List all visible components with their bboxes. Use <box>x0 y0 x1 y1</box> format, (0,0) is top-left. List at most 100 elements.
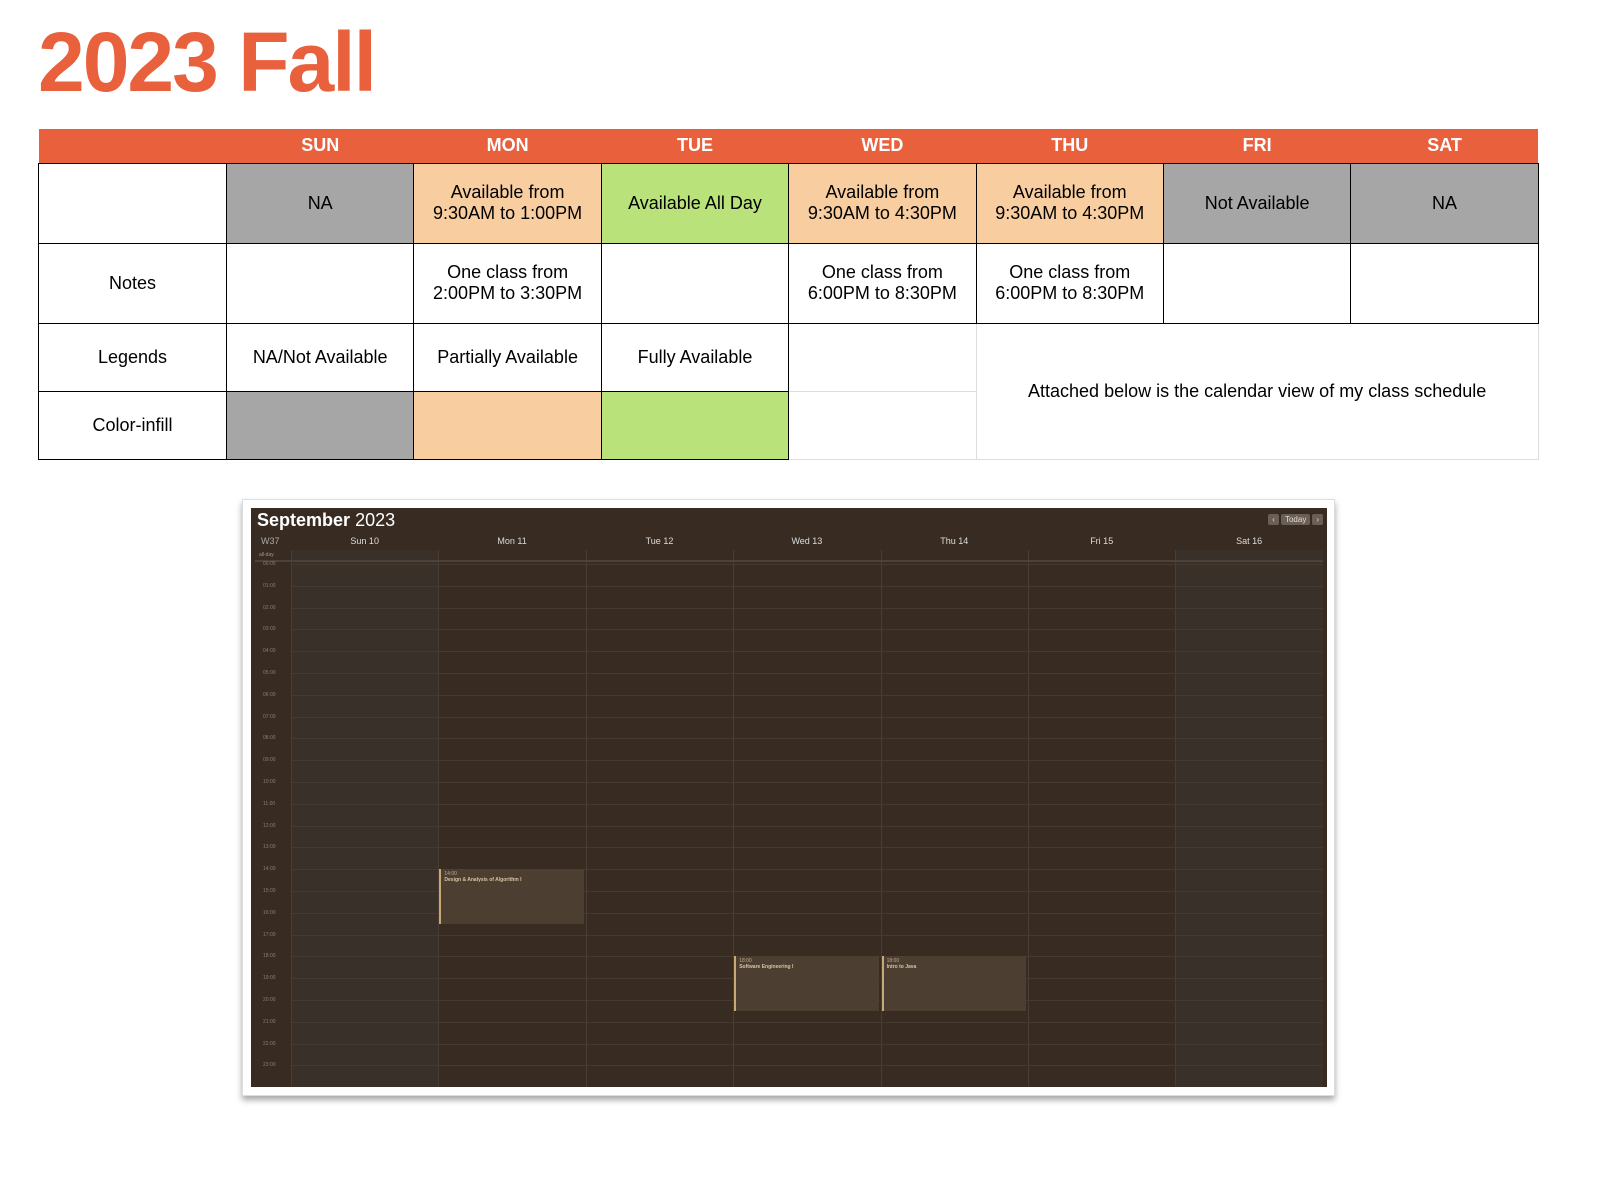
hour-label: 19:00 <box>263 975 276 982</box>
hour-line <box>291 803 1323 805</box>
availability-table: SUN MON TUE WED THU FRI SAT NA Available… <box>38 129 1539 460</box>
legend-empty <box>788 322 977 392</box>
calendar-event[interactable]: 18:00 Intro to Java <box>881 956 1026 1011</box>
day-column[interactable] <box>438 550 585 1087</box>
attached-note: Attached below is the calendar view of m… <box>975 322 1539 460</box>
hour-line <box>291 782 1323 783</box>
hour-line <box>291 585 1323 587</box>
hour-label: 20:00 <box>263 997 276 1003</box>
calendar-screenshot: September 2023 ‹ Today › W37 all-day Sun… <box>242 499 1335 1096</box>
header-thu: THU <box>976 129 1164 164</box>
infill-full-swatch <box>600 390 790 460</box>
notes-fri <box>1162 242 1352 324</box>
hour-label: 00:00 <box>263 561 276 567</box>
all-day-label: all-day <box>259 552 274 558</box>
day-column[interactable] <box>1175 550 1323 1087</box>
header-sat: SAT <box>1350 129 1539 164</box>
hour-line <box>291 934 1323 936</box>
availability-tue: Available All Day <box>600 162 790 244</box>
day-header: Tue 12 <box>645 536 674 546</box>
hour-label: 10:00 <box>263 779 276 785</box>
hour-label: 05:00 <box>263 670 276 676</box>
hour-label: 04:00 <box>263 648 276 655</box>
legend-partial: Partially Available <box>413 322 602 392</box>
hour-line <box>291 607 1323 609</box>
hour-label: 11:00 <box>263 800 276 807</box>
notes-sun <box>225 242 415 324</box>
week-number: W37 <box>261 536 280 546</box>
hour-line <box>291 651 1323 653</box>
hour-label: 14:00 <box>263 866 276 873</box>
hour-label: 15:00 <box>263 888 276 894</box>
chevron-right-icon[interactable]: › <box>1312 514 1323 525</box>
header-mon: MON <box>413 129 602 164</box>
hour-line <box>291 694 1323 696</box>
hour-line <box>291 738 1323 740</box>
notes-tue <box>600 242 790 324</box>
hour-label: 03:00 <box>263 626 276 633</box>
hour-line <box>291 1043 1323 1045</box>
all-day-divider <box>255 560 1323 562</box>
hour-line <box>291 760 1323 762</box>
event-title: Design & Analysis of Algorithm I <box>444 877 522 884</box>
day-column[interactable] <box>585 550 733 1087</box>
infill-label: Color-infill <box>38 390 227 460</box>
calendar-nav: ‹ Today › <box>1268 514 1323 525</box>
hour-label: 09:00 <box>263 757 276 764</box>
hour-line <box>291 847 1323 849</box>
hour-label: 12:00 <box>263 822 276 829</box>
hour-label: 22:00 <box>263 1040 276 1047</box>
hour-line <box>291 673 1323 674</box>
notes-mon: One class from 2:00PM to 3:30PM <box>413 242 602 324</box>
day-column[interactable] <box>291 550 439 1087</box>
event-title: Software Engineering I <box>739 964 794 971</box>
page-title: 2023 Fall <box>38 15 377 109</box>
hour-line <box>291 629 1323 631</box>
month-name: September <box>257 510 351 530</box>
day-header: Sat 16 <box>1236 536 1263 546</box>
notes-sat <box>1350 242 1539 324</box>
legend-full: Fully Available <box>600 322 790 392</box>
availability-sun: NA <box>225 162 415 244</box>
availability-wed: Available from 9:30AM to 4:30PM <box>788 162 977 244</box>
hour-line <box>291 1021 1323 1023</box>
event-time: 14:00 <box>444 871 457 878</box>
day-column[interactable] <box>1028 550 1175 1087</box>
hour-label: 18:00 <box>263 953 276 960</box>
hour-line <box>291 716 1323 718</box>
calendar-event[interactable]: 14:00 Design & Analysis of Algorithm I <box>439 869 584 924</box>
availability-sat: NA <box>1350 162 1539 244</box>
event-time: 18:00 <box>886 958 900 965</box>
notes-wed: One class from 6:00PM to 8:30PM <box>788 242 977 324</box>
row-label-blank <box>38 162 227 244</box>
event-time: 18:00 <box>739 958 752 965</box>
availability-mon: Available from 9:30AM to 1:00PM <box>413 162 602 244</box>
calendar-month-title: September 2023 <box>257 510 395 531</box>
header-sun: SUN <box>226 129 414 164</box>
day-header: Mon 11 <box>497 536 527 546</box>
today-button[interactable]: Today <box>1280 514 1311 525</box>
hour-line <box>291 564 1323 565</box>
calendar-week-view: September 2023 ‹ Today › W37 all-day Sun… <box>251 508 1327 1087</box>
infill-na-swatch <box>225 390 415 460</box>
availability-fri: Not Available <box>1162 162 1352 244</box>
hour-label: 07:00 <box>263 713 276 720</box>
chevron-left-icon[interactable]: ‹ <box>1268 514 1279 525</box>
header-wed: WED <box>788 129 977 164</box>
header-blank <box>38 129 227 164</box>
hour-label: 01:00 <box>263 582 276 589</box>
day-header: Sun 10 <box>350 536 379 546</box>
hour-line <box>291 1065 1323 1067</box>
header-tue: TUE <box>601 129 789 164</box>
hour-label: 17:00 <box>263 931 276 938</box>
legends-label: Legends <box>38 322 227 392</box>
calendar-event[interactable]: 18:00 Software Engineering I <box>734 956 879 1011</box>
hour-label: 16:00 <box>263 909 276 916</box>
day-header: Fri 15 <box>1090 536 1114 546</box>
hour-label: 21:00 <box>263 1018 276 1025</box>
hour-label: 08:00 <box>263 735 276 742</box>
legend-na: NA/Not Available <box>225 322 415 392</box>
day-header: Wed 13 <box>791 536 823 546</box>
hour-label: 13:00 <box>263 844 276 851</box>
day-header: Thu 14 <box>940 536 969 546</box>
